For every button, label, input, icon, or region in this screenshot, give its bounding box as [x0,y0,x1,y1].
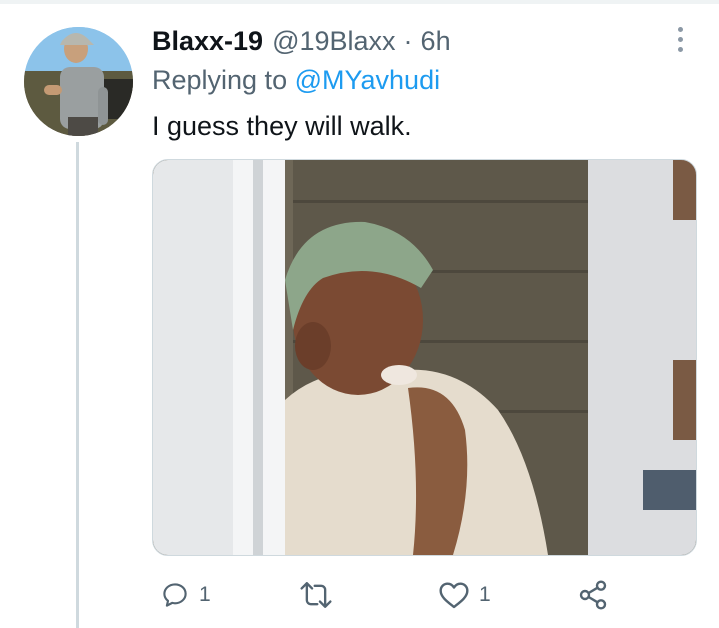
more-dot [677,46,683,52]
thread-line [76,142,79,628]
like-count: 1 [479,583,491,606]
reply-count: 1 [199,583,211,606]
retweet-action[interactable] [299,575,342,615]
timestamp[interactable]: 6h [421,26,451,57]
replying-to-label: Replying to [152,65,288,95]
reply-action[interactable]: 1 [160,575,211,615]
tweet-media[interactable] [152,159,697,556]
top-divider [0,0,719,4]
avatar[interactable] [24,27,133,136]
user-handle[interactable]: @19Blaxx [272,26,395,57]
tweet-header: Blaxx-19 @19Blaxx · 6h [152,23,451,59]
avatar-image [24,27,133,136]
replying-to: Replying to @MYavhudi [152,65,440,96]
tweet-actions: 1 1 [152,575,652,615]
share-icon [579,580,607,610]
retweet-icon [300,582,332,608]
more-vertical-icon[interactable] [668,24,692,54]
like-action[interactable]: 1 [438,575,491,615]
share-action[interactable] [577,575,609,615]
more-dot [677,36,683,42]
separator-dot: · [403,25,413,56]
display-name[interactable]: Blaxx-19 [152,26,263,57]
more-dot [677,26,683,32]
reply-mention-link[interactable]: @MYavhudi [295,65,440,95]
comment-icon [163,583,187,607]
heart-icon [439,582,469,609]
tweet-photo [153,160,696,555]
tweet-text: I guess they will walk. [152,111,412,141]
